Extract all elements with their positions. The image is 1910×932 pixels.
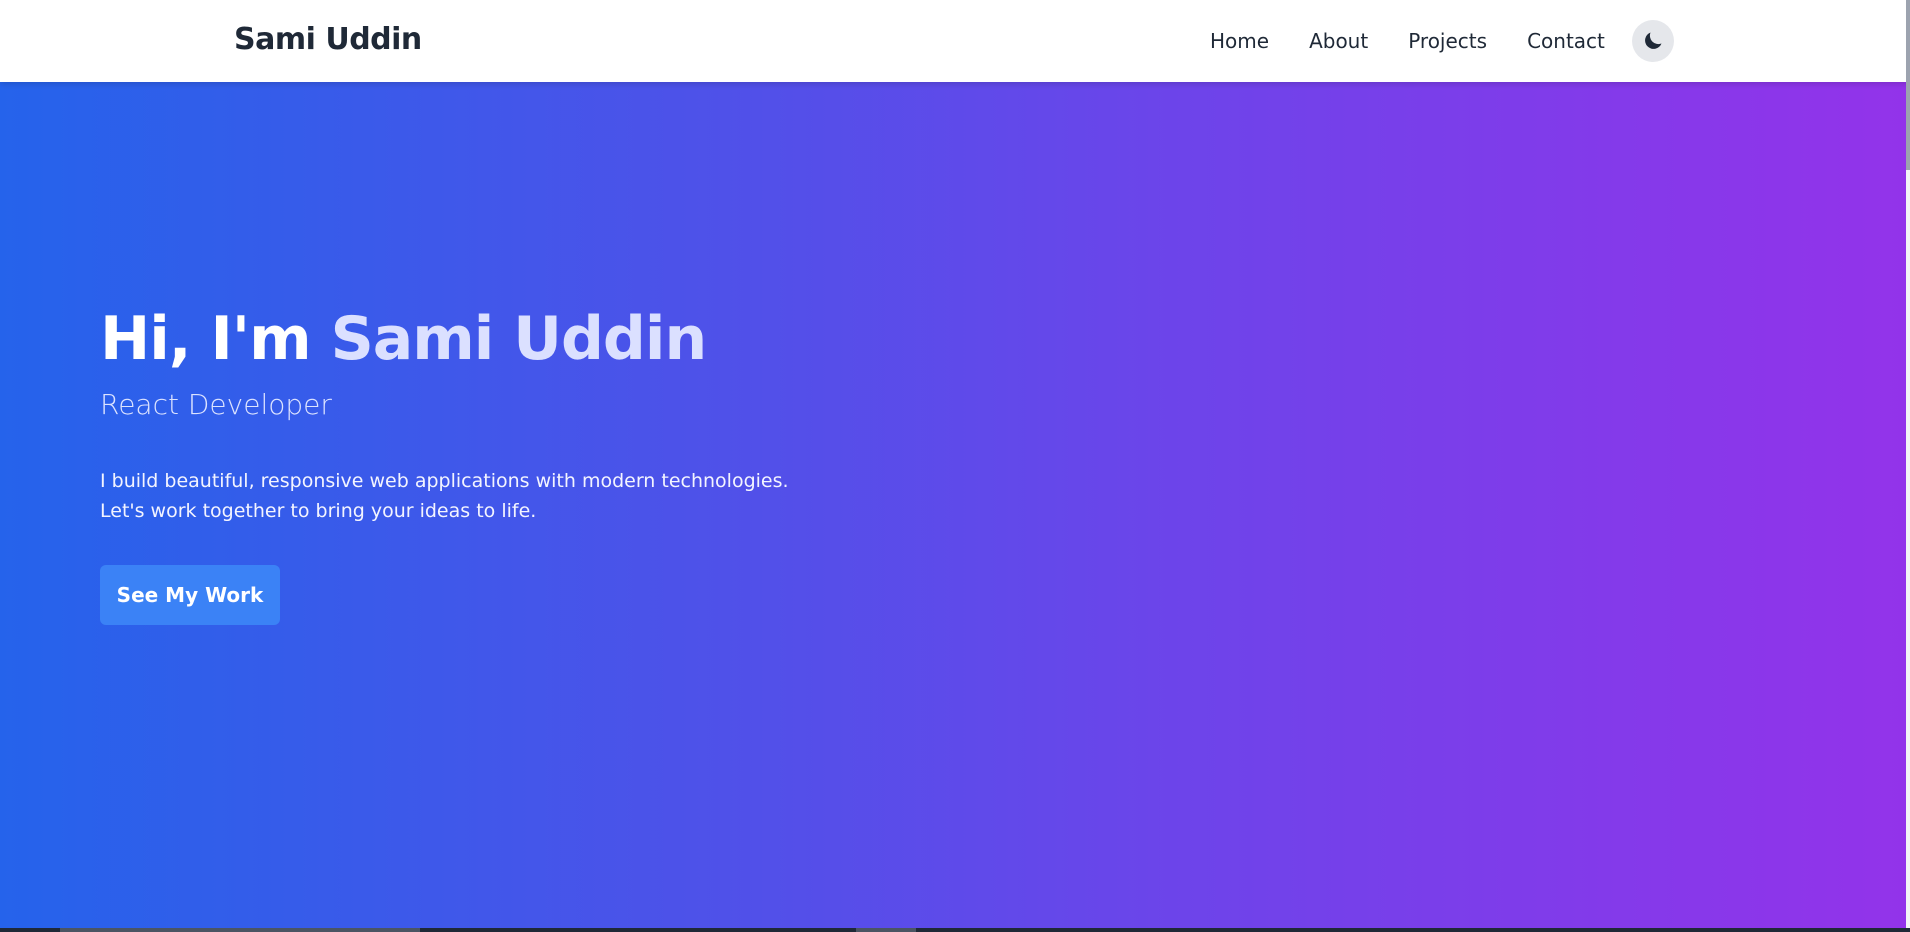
hero-greeting: Hi, I'm: [100, 304, 331, 374]
nav-links: Home About Projects Contact: [1210, 0, 1645, 82]
hero-description-line-1: I build beautiful, responsive web applic…: [100, 470, 789, 492]
nav-link-contact[interactable]: Contact: [1527, 29, 1605, 53]
nav-link-about[interactable]: About: [1309, 29, 1368, 53]
nav-link-projects[interactable]: Projects: [1408, 29, 1487, 53]
brand-logo[interactable]: Sami Uddin: [234, 22, 422, 57]
scrollbar[interactable]: [1906, 0, 1910, 928]
see-my-work-button[interactable]: See My Work: [100, 565, 280, 625]
bottom-bar: [0, 928, 1910, 932]
navbar: Sami Uddin Home About Projects Contact: [0, 0, 1910, 82]
hero-name: Sami Uddin: [330, 304, 708, 374]
theme-toggle-button[interactable]: [1632, 20, 1674, 62]
bottom-bar-segment: [856, 928, 916, 932]
hero-description-line-2: Let's work together to bring your ideas …: [100, 500, 537, 522]
hero-title: Hi, I'm Sami Uddin: [100, 304, 708, 374]
page: Hi, I'm Sami Uddin React Developer I bui…: [0, 0, 1910, 932]
hero-role: React Developer: [100, 388, 332, 421]
nav-link-home[interactable]: Home: [1210, 29, 1269, 53]
moon-icon: [1645, 32, 1662, 49]
bottom-bar-segment: [60, 928, 420, 932]
hero-section: Hi, I'm Sami Uddin React Developer I bui…: [0, 82, 1910, 928]
scrollbar-thumb[interactable]: [1906, 0, 1910, 170]
hero-description: I build beautiful, responsive web applic…: [100, 466, 789, 526]
